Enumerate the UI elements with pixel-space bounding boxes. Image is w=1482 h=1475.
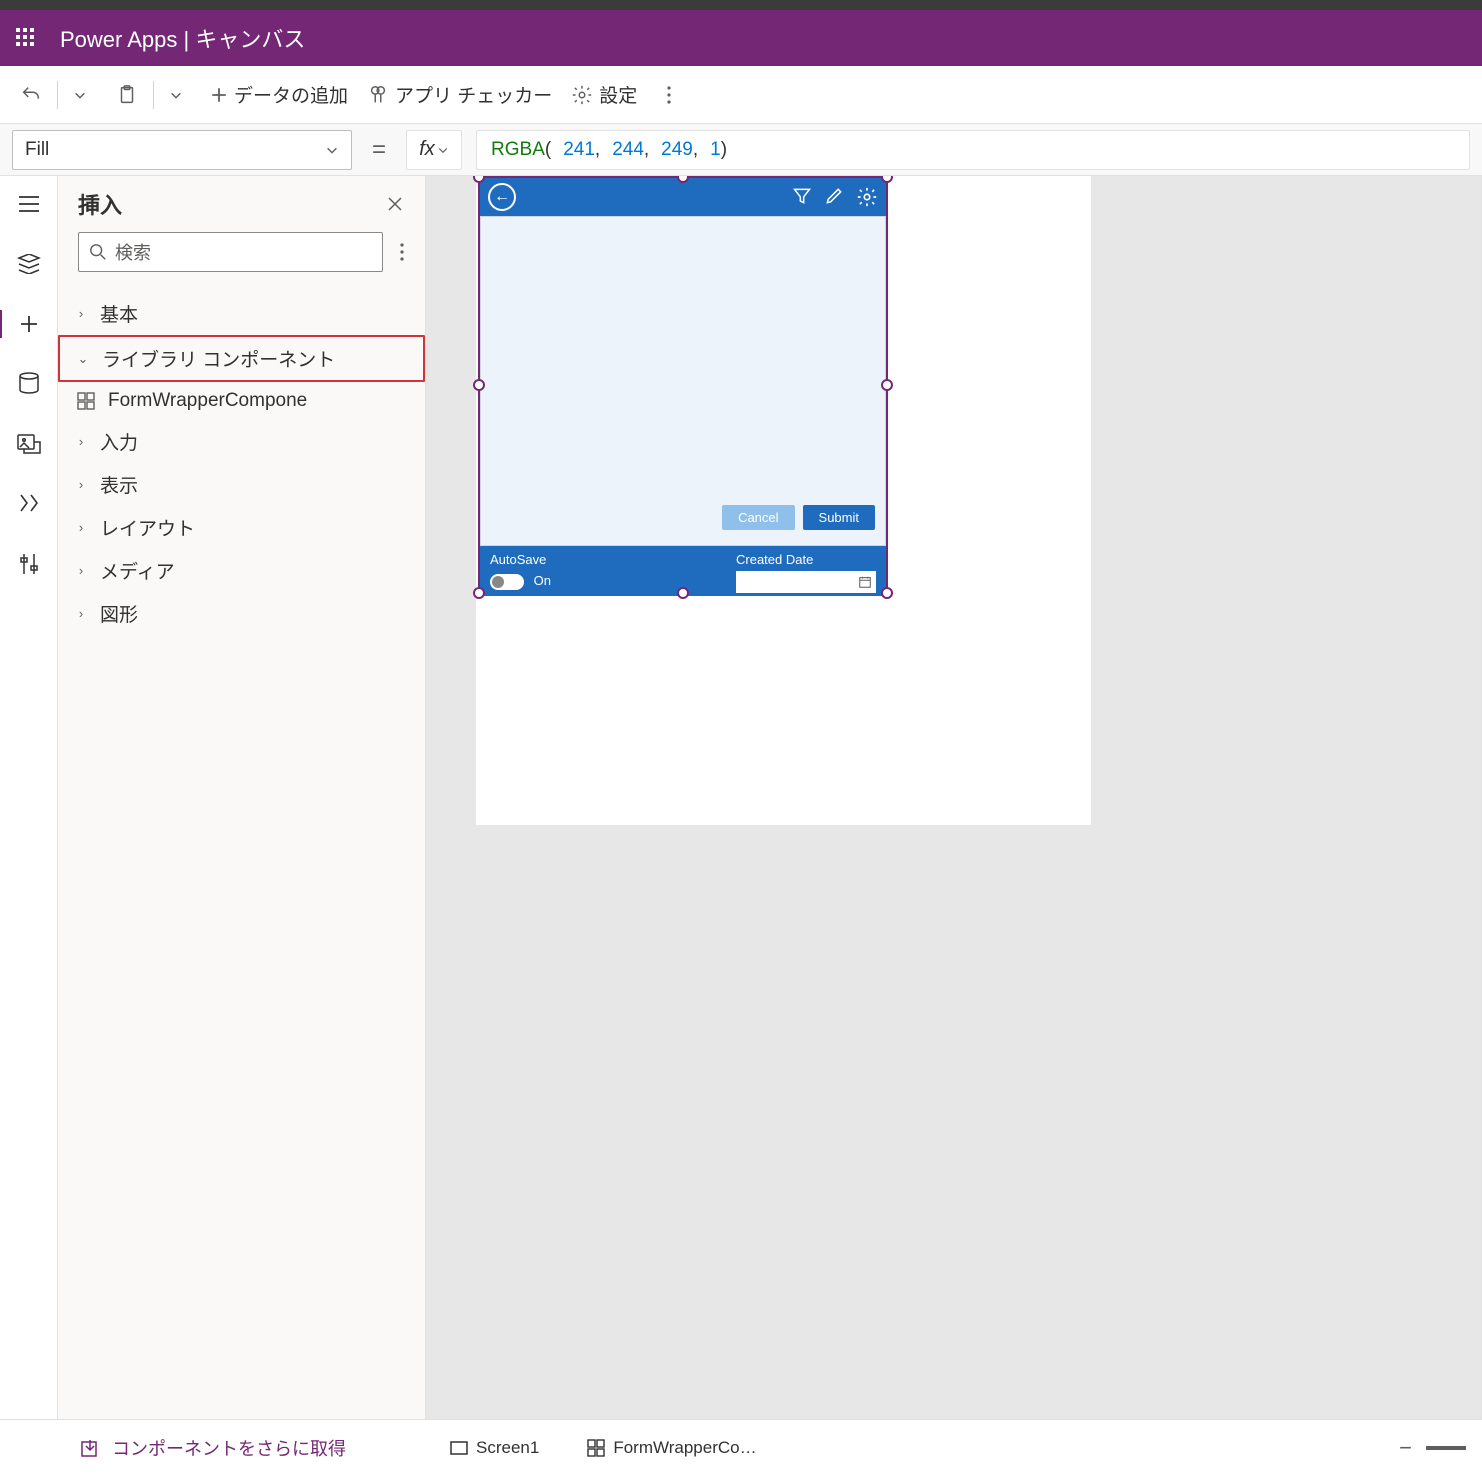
- submit-button[interactable]: Submit: [803, 505, 875, 530]
- tree-view-icon[interactable]: [15, 250, 43, 278]
- formula-bar: Fill = fx RGBA( 241, 244, 249, 1): [0, 124, 1482, 176]
- autosave-toggle[interactable]: [490, 574, 524, 590]
- filter-icon[interactable]: [792, 186, 812, 206]
- app-header: Power Apps | キャンバス: [0, 10, 1482, 66]
- search-input[interactable]: 検索: [78, 232, 383, 272]
- breadcrumbs: Screen1 FormWrapperCo…: [426, 1428, 1383, 1468]
- breadcrumb-screen[interactable]: Screen1: [434, 1428, 555, 1468]
- tree-item-form-wrapper[interactable]: FormWrapperCompone: [58, 382, 425, 420]
- property-selector[interactable]: Fill: [12, 130, 352, 170]
- autosave-label: AutoSave: [490, 552, 551, 567]
- media-icon[interactable]: [15, 430, 43, 458]
- component-icon: [587, 1439, 605, 1457]
- canvas[interactable]: ← Cancel Submit AutoSave On: [426, 176, 1482, 1419]
- zoom-slider[interactable]: [1426, 1446, 1466, 1450]
- command-bar: データの追加 アプリ チェッカー 設定: [0, 66, 1482, 124]
- hamburger-icon[interactable]: [15, 190, 43, 218]
- fx-button[interactable]: fx: [406, 130, 462, 170]
- tree-item-library-components[interactable]: ⌄ライブラリ コンポーネント: [58, 335, 425, 382]
- edit-icon[interactable]: [824, 186, 844, 206]
- chevron-down-icon: [325, 143, 339, 157]
- more-commands-button[interactable]: [658, 81, 680, 109]
- property-value: Fill: [25, 139, 49, 161]
- equals-sign: =: [366, 136, 392, 164]
- paste-dropdown[interactable]: [161, 84, 191, 106]
- tree-item-shapes[interactable]: ›図形: [58, 592, 425, 635]
- screen-icon: [450, 1441, 468, 1455]
- get-more-components-link[interactable]: コンポーネントをさらに取得: [0, 1435, 426, 1461]
- panel-more-icon[interactable]: [395, 238, 409, 266]
- app-checker-button[interactable]: アプリ チェッカー: [359, 77, 560, 112]
- calendar-icon: [858, 575, 872, 589]
- form-body: Cancel Submit: [480, 216, 886, 546]
- created-date-label: Created Date: [736, 552, 876, 567]
- add-data-button[interactable]: データの追加: [202, 77, 356, 112]
- tree-item-media[interactable]: ›メディア: [58, 549, 425, 592]
- app-checker-label: アプリ チェッカー: [395, 81, 552, 108]
- left-rail: [0, 176, 58, 1419]
- tree-item-basic[interactable]: ›基本: [58, 292, 425, 335]
- zoom-out-button[interactable]: −: [1399, 1435, 1412, 1461]
- formula-input[interactable]: RGBA( 241, 244, 249, 1): [476, 130, 1470, 170]
- import-icon: [80, 1438, 102, 1458]
- data-icon[interactable]: [15, 370, 43, 398]
- status-bar: コンポーネントをさらに取得 Screen1 FormWrapperCo… −: [0, 1419, 1482, 1475]
- panel-title: 挿入: [78, 188, 122, 220]
- settings-button[interactable]: 設定: [563, 77, 645, 112]
- app-title: Power Apps | キャンバス: [60, 22, 305, 54]
- selection-box[interactable]: ← Cancel Submit AutoSave On: [478, 176, 888, 594]
- undo-button[interactable]: [12, 80, 50, 110]
- insert-tree: ›基本 ⌄ライブラリ コンポーネント FormWrapperCompone ›入…: [58, 286, 425, 641]
- form-header: ←: [480, 178, 886, 216]
- settings-label: 設定: [599, 81, 637, 108]
- close-icon[interactable]: [381, 190, 409, 218]
- component-icon: [76, 391, 96, 411]
- formula-function: RGBA: [491, 139, 545, 161]
- breadcrumb-component[interactable]: FormWrapperCo…: [571, 1428, 772, 1468]
- tree-item-display[interactable]: ›表示: [58, 463, 425, 506]
- undo-dropdown[interactable]: [65, 84, 95, 106]
- cancel-button[interactable]: Cancel: [722, 505, 794, 530]
- tree-item-layout[interactable]: ›レイアウト: [58, 506, 425, 549]
- insert-icon[interactable]: [15, 310, 43, 338]
- chevron-down-icon: [437, 144, 449, 156]
- insert-panel: 挿入 検索 ›基本 ⌄ライブラリ コンポーネント FormWrapperComp…: [58, 176, 426, 1419]
- gear-icon[interactable]: [856, 186, 878, 208]
- zoom-controls: −: [1383, 1435, 1482, 1461]
- add-data-label: データの追加: [234, 81, 348, 108]
- created-date-input[interactable]: [736, 571, 876, 593]
- paste-button[interactable]: [108, 80, 146, 110]
- autosave-value: On: [534, 573, 551, 588]
- search-icon: [89, 243, 107, 261]
- tools-icon[interactable]: [15, 550, 43, 578]
- advanced-icon[interactable]: [15, 490, 43, 518]
- back-icon[interactable]: ←: [488, 183, 516, 211]
- tree-item-input[interactable]: ›入力: [58, 420, 425, 463]
- waffle-icon[interactable]: [16, 28, 36, 48]
